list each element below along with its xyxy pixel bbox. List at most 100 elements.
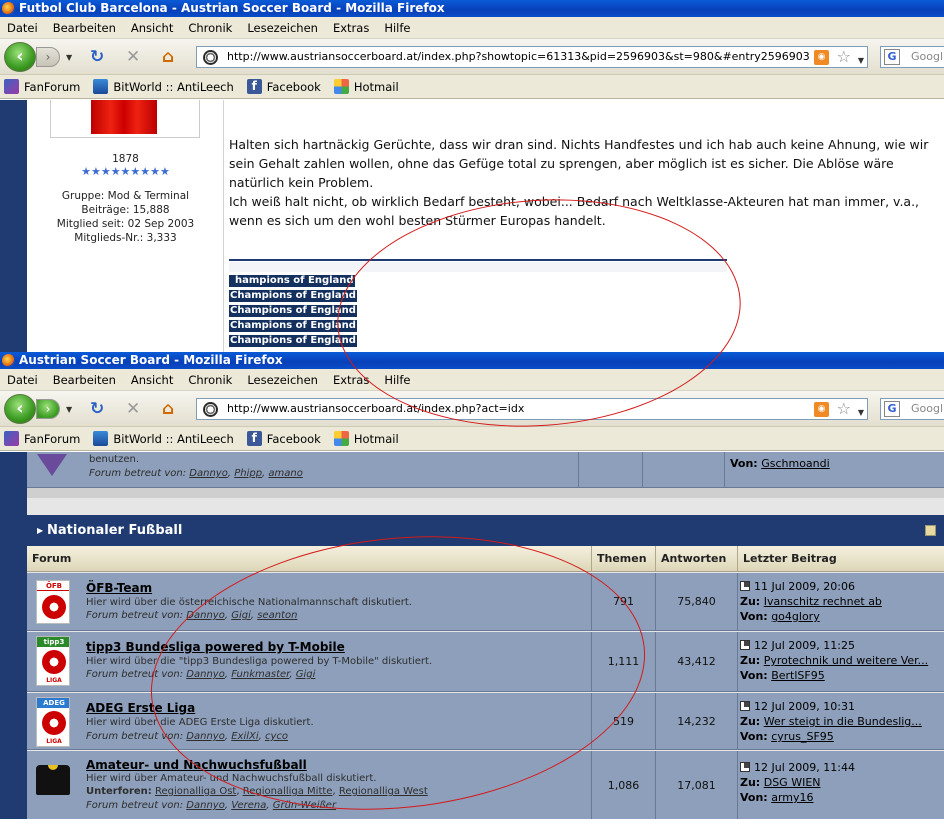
topic-link[interactable]: DSG WIEN xyxy=(764,776,821,789)
bookmark-bitworld[interactable]: BitWorld :: AntiLeech xyxy=(93,431,234,446)
last-post-icon[interactable] xyxy=(740,762,750,772)
author-link[interactable]: cyrus_SF95 xyxy=(771,730,834,743)
menu-extras[interactable]: Extras xyxy=(333,21,369,35)
history-dropdown-icon[interactable]: ▼ xyxy=(66,405,72,414)
forum-title-link[interactable]: ÖFB-Team xyxy=(86,581,152,595)
google-search-icon[interactable]: G xyxy=(884,401,900,417)
menu-lesezeichen[interactable]: Lesezeichen xyxy=(247,373,318,387)
menu-chronik[interactable]: Chronik xyxy=(188,373,232,387)
collapse-icon[interactable] xyxy=(925,525,936,536)
bookmark-star-icon[interactable]: ☆ xyxy=(837,400,851,418)
subforum-link[interactable]: Regionalliga West xyxy=(339,786,428,797)
hotmail-icon xyxy=(333,431,349,446)
menu-hilfe[interactable]: Hilfe xyxy=(384,21,410,35)
forward-button[interactable]: › xyxy=(36,399,60,419)
author-link[interactable]: Gschmoandi xyxy=(761,457,829,470)
moderator-link[interactable]: cyco xyxy=(265,731,288,742)
last-post-icon[interactable] xyxy=(740,640,750,650)
menu-extras[interactable]: Extras xyxy=(333,373,369,387)
moderator-link[interactable]: Dannyo xyxy=(186,800,225,811)
column-forum[interactable]: Forum xyxy=(27,546,591,572)
moderator-link[interactable]: Funkmaster xyxy=(231,669,289,680)
moderator-link[interactable]: Grün-Weißer xyxy=(273,800,336,811)
back-button[interactable]: ‹ xyxy=(4,42,36,72)
menu-chronik[interactable]: Chronik xyxy=(188,21,232,35)
reload-icon[interactable]: ↻ xyxy=(90,400,104,418)
menu-ansicht[interactable]: Ansicht xyxy=(131,373,173,387)
oefb-logo-icon: ÖFB xyxy=(36,580,70,624)
menu-hilfe[interactable]: Hilfe xyxy=(384,373,410,387)
last-post-icon[interactable] xyxy=(740,701,750,711)
category-header[interactable]: ▶ Nationaler Fußball xyxy=(27,515,944,546)
column-replies[interactable]: Antworten xyxy=(655,546,737,572)
moderators-label: Forum betreut von: xyxy=(86,610,184,621)
date-text: 12 Jul 2009, 11:44 xyxy=(754,761,855,774)
user-points: 1878 xyxy=(112,153,139,165)
author-link[interactable]: BertlSF95 xyxy=(771,669,825,682)
last-post-icon[interactable] xyxy=(740,581,750,591)
moderator-link[interactable]: Dannyo xyxy=(189,468,228,479)
logo-badge: ADEG xyxy=(37,698,69,708)
window-titlebar[interactable]: Futbol Club Barcelona - Austrian Soccer … xyxy=(0,0,944,17)
bookmark-facebook[interactable]: f Facebook xyxy=(246,431,321,446)
back-button[interactable]: ‹ xyxy=(4,394,36,424)
menu-ansicht[interactable]: Ansicht xyxy=(131,21,173,35)
column-last-post[interactable]: Letzter Beitrag xyxy=(737,546,944,572)
moderator-link[interactable]: Dannyo xyxy=(186,669,225,680)
section-spacer xyxy=(27,498,944,515)
forum-title-link[interactable]: Amateur- und Nachwuchsfußball xyxy=(86,758,307,772)
forward-button[interactable]: › xyxy=(36,47,60,67)
history-dropdown-icon[interactable]: ▼ xyxy=(66,53,72,62)
subforum-link[interactable]: Regionalliga Ost xyxy=(155,786,236,797)
forum-title-link[interactable]: ADEG Erste Liga xyxy=(86,701,195,715)
url-dropdown-icon[interactable]: ▼ xyxy=(858,51,864,67)
bookmark-bitworld[interactable]: BitWorld :: AntiLeech xyxy=(93,79,234,94)
topic-link[interactable]: Pyrotechnik und weitere Ver... xyxy=(764,654,928,667)
moderator-link[interactable]: Gigi xyxy=(296,669,316,680)
bookmark-star-icon[interactable]: ☆ xyxy=(837,48,851,66)
user-avatar[interactable] xyxy=(50,100,200,138)
search-input[interactable]: G Googl xyxy=(880,46,944,68)
moderator-link[interactable]: ExilXi xyxy=(231,731,258,742)
home-icon[interactable]: ⌂ xyxy=(162,400,174,418)
subforum-link[interactable]: Regionalliga Mitte xyxy=(243,786,333,797)
expand-arrow-icon[interactable]: ▶ xyxy=(37,515,43,546)
rss-feed-icon[interactable]: ◉ xyxy=(814,402,829,417)
forum-title-link[interactable]: tipp3 Bundesliga powered by T-Mobile xyxy=(86,640,345,654)
author-link[interactable]: army16 xyxy=(771,791,813,804)
moderator-link[interactable]: Dannyo xyxy=(186,610,225,621)
stop-icon[interactable]: ✕ xyxy=(126,48,140,66)
bookmark-fanforum[interactable]: FanForum xyxy=(4,431,80,446)
url-bar[interactable]: http://www.austriansoccerboard.at/index.… xyxy=(196,398,868,420)
rss-feed-icon[interactable]: ◉ xyxy=(814,50,829,65)
author-link[interactable]: go4glory xyxy=(771,610,820,623)
topic-link[interactable]: Ivanschitz rechnet ab xyxy=(764,595,882,608)
moderator-link[interactable]: seanton xyxy=(257,610,297,621)
url-bar[interactable]: http://www.austriansoccerboard.at/index.… xyxy=(196,46,868,68)
menu-datei[interactable]: Datei xyxy=(7,21,38,35)
bookmark-facebook[interactable]: f Facebook xyxy=(246,79,321,94)
moderator-link[interactable]: Dannyo xyxy=(186,731,225,742)
window-titlebar[interactable]: Austrian Soccer Board - Mozilla Firefox xyxy=(0,352,944,369)
menu-datei[interactable]: Datei xyxy=(7,373,38,387)
google-search-icon[interactable]: G xyxy=(884,49,900,65)
bookmark-fanforum[interactable]: FanForum xyxy=(4,79,80,94)
url-dropdown-icon[interactable]: ▼ xyxy=(858,403,864,419)
bookmark-hotmail[interactable]: Hotmail xyxy=(333,431,399,446)
moderator-link[interactable]: amano xyxy=(268,468,302,479)
column-topics[interactable]: Themen xyxy=(591,546,655,572)
menu-bearbeiten[interactable]: Bearbeiten xyxy=(53,373,116,387)
reload-icon[interactable]: ↻ xyxy=(90,48,104,66)
moderator-link[interactable]: Gigi xyxy=(231,610,251,621)
moderator-link[interactable]: Verena xyxy=(231,800,266,811)
bookmark-hotmail[interactable]: Hotmail xyxy=(333,79,399,94)
moderator-link[interactable]: Phipp xyxy=(234,468,262,479)
menu-bearbeiten[interactable]: Bearbeiten xyxy=(53,21,116,35)
home-icon[interactable]: ⌂ xyxy=(162,48,174,66)
ball-icon xyxy=(42,595,66,619)
stop-icon[interactable]: ✕ xyxy=(126,400,140,418)
search-input[interactable]: G Googl xyxy=(880,398,944,420)
topics-cell xyxy=(578,452,642,488)
menu-lesezeichen[interactable]: Lesezeichen xyxy=(247,21,318,35)
topic-link[interactable]: Wer steigt in die Bundeslig... xyxy=(764,715,922,728)
